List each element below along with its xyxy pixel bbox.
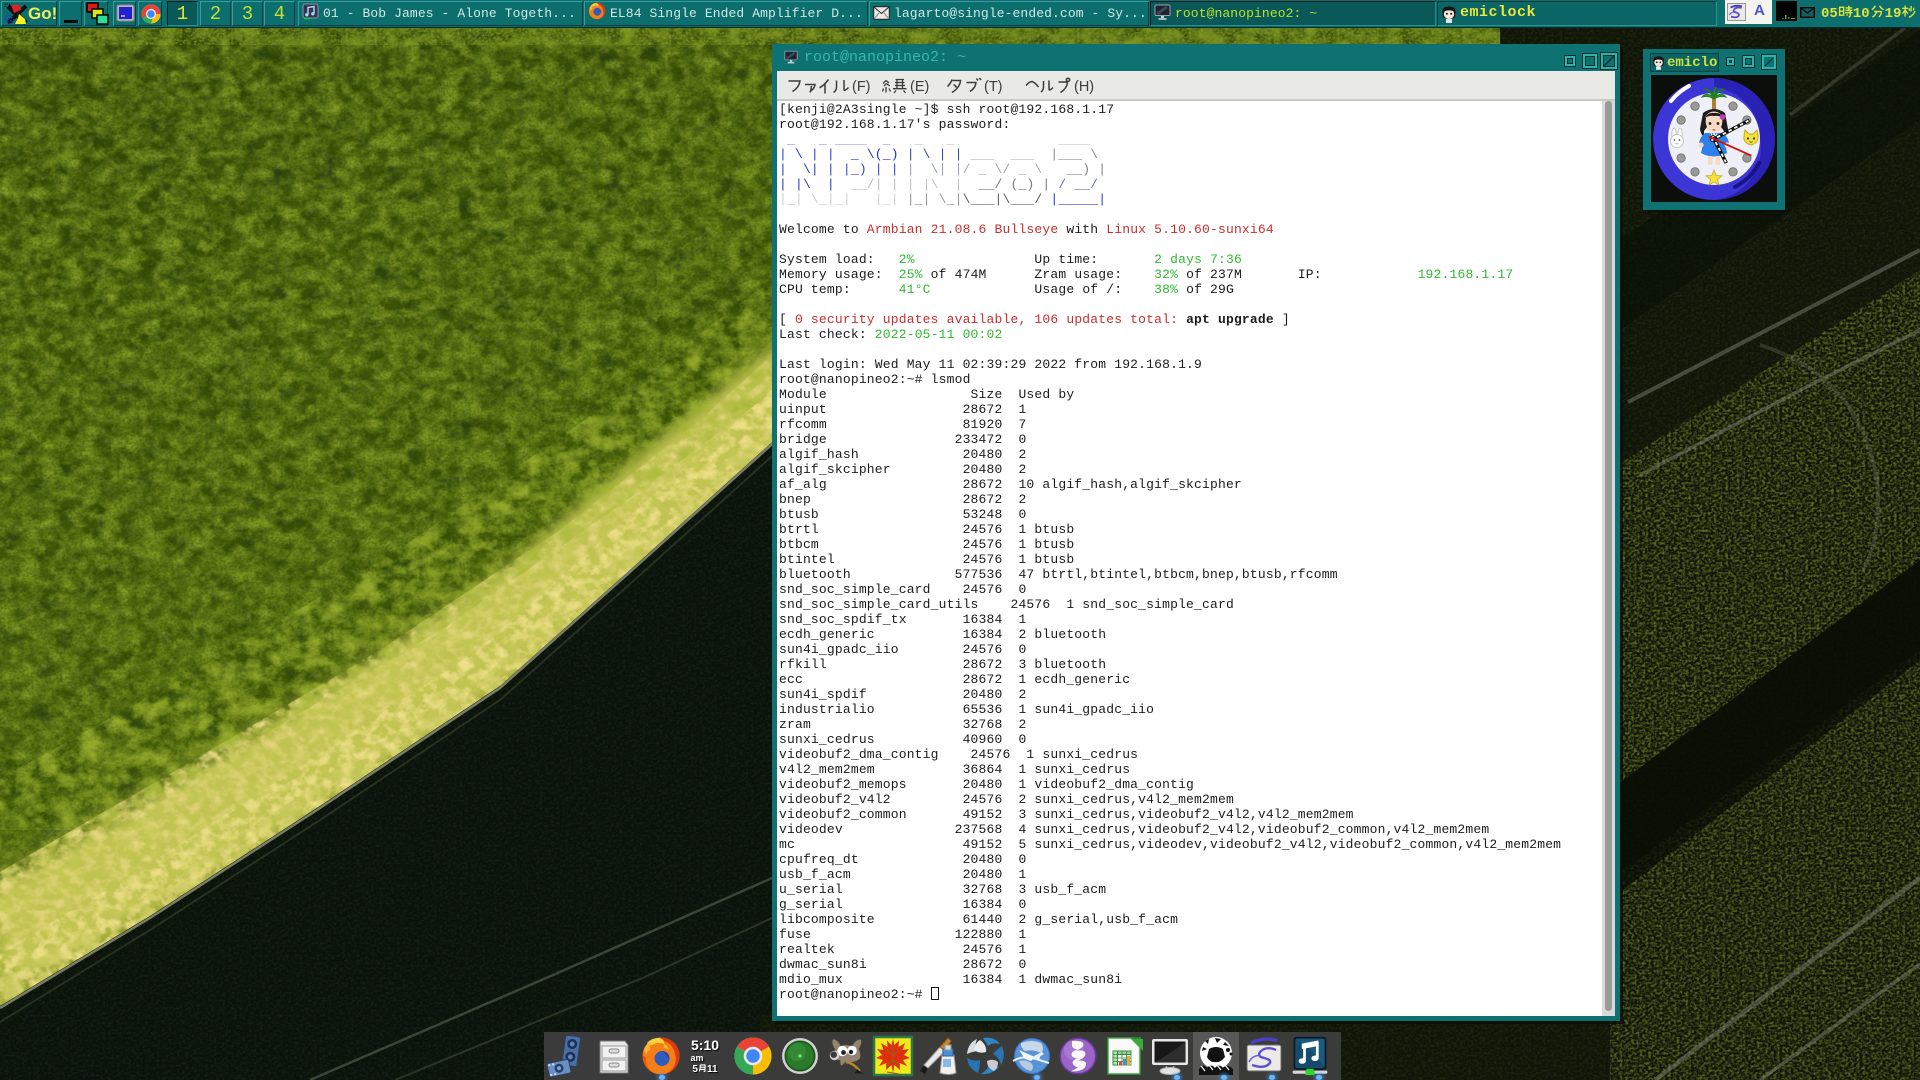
svg-text:(T): (T) xyxy=(984,79,1003,95)
svg-text:(E): (E) xyxy=(910,79,929,95)
svg-text:(F): (F) xyxy=(852,79,871,95)
svg-text:(H): (H) xyxy=(1074,79,1094,95)
